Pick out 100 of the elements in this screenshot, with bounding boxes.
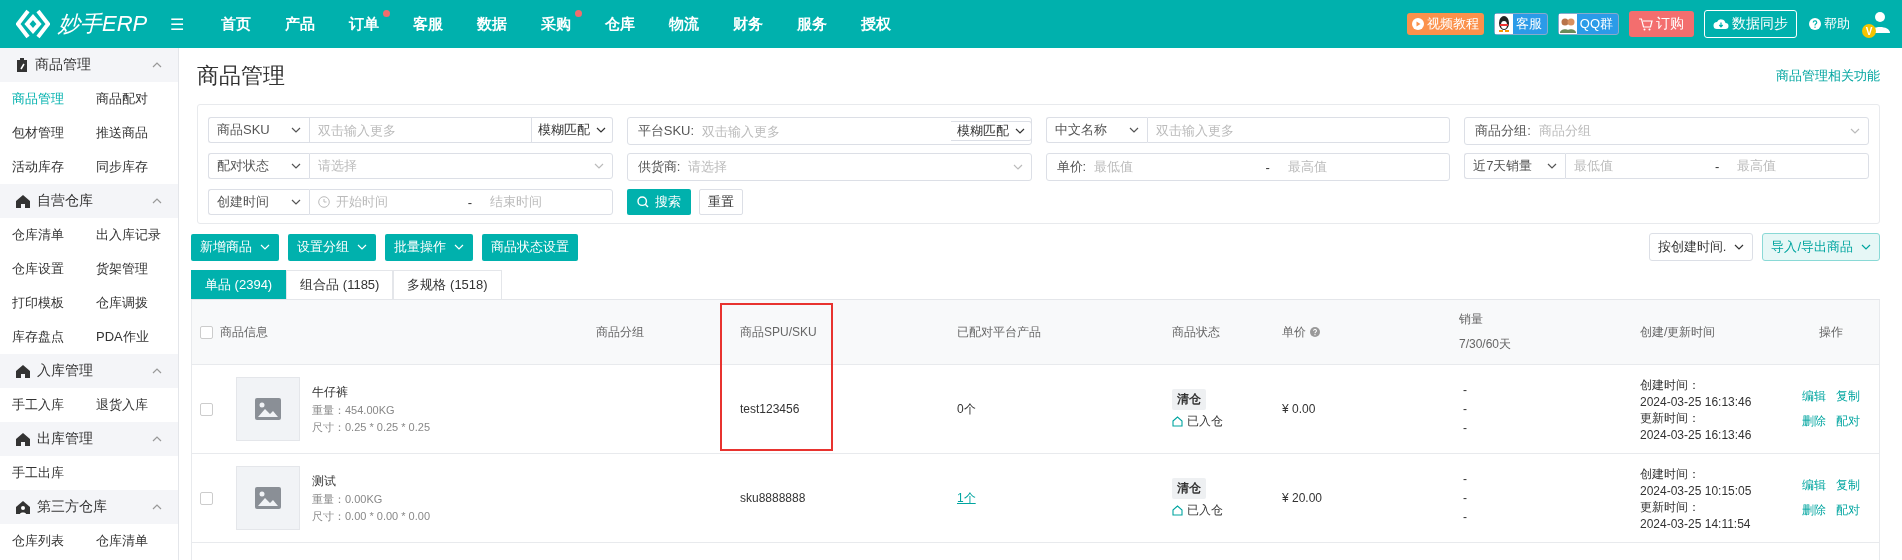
row-checkbox[interactable] — [200, 491, 213, 505]
column-header: 单价 — [1282, 323, 1306, 341]
cloud-download-icon — [1713, 18, 1729, 30]
sidebar-item[interactable]: 库存盘点 — [12, 320, 96, 354]
price-text: ¥ 20.00 — [1282, 491, 1323, 505]
help-icon — [1809, 18, 1821, 30]
product-size: 尺寸：0.00 * 0.00 * 0.00 — [312, 508, 430, 524]
match-mode-select[interactable]: 模糊匹配 — [950, 121, 1032, 141]
sidebar-item[interactable]: 仓库设置 — [12, 252, 96, 286]
house-person-icon — [16, 500, 30, 514]
column-header: 商品信息 — [220, 323, 268, 341]
sidebar-item[interactable]: 出入库记录 — [96, 218, 180, 252]
select-all-checkbox[interactable] — [200, 325, 213, 339]
chevron-icon — [357, 244, 367, 250]
vip-badge: V — [1862, 24, 1876, 38]
image-placeholder — [236, 377, 300, 441]
chevron-icon — [595, 127, 606, 133]
chevron-icon — [1850, 128, 1860, 134]
filter-label: 平台SKU: — [636, 122, 696, 140]
match-mode-select[interactable]: 模糊匹配 — [531, 117, 613, 143]
chevron-icon — [1014, 128, 1025, 134]
updated-label: 更新时间： — [1640, 498, 1701, 516]
chevron-icon — [1012, 164, 1023, 170]
sidebar-item[interactable]: PDA作业 — [96, 320, 180, 354]
range-field[interactable]: 最低值 - 最高值 — [1565, 153, 1869, 179]
sidebar-item[interactable]: 仓库列表 — [12, 524, 96, 558]
sidebar-item[interactable]: 推送商品 — [96, 116, 180, 150]
filter-select[interactable]: 商品SKU — [208, 117, 309, 143]
column-header: 商品状态 — [1172, 323, 1220, 341]
created-label: 创建时间： — [1640, 376, 1701, 394]
sidebar-item[interactable]: 打印模板 — [12, 286, 96, 320]
chevron-icon — [593, 163, 604, 169]
sidebar-group-header[interactable]: 第三方仓库 — [0, 490, 178, 524]
text-field[interactable]: 双击输入更多 — [309, 117, 532, 143]
chevron-icon — [1128, 127, 1139, 133]
house-icon — [16, 194, 30, 208]
updated-time: 2024-03-25 16:13:46 — [1640, 427, 1753, 442]
sidebar-item[interactable]: 仓库清单 — [96, 524, 180, 558]
column-header: 创建/更新时间 — [1640, 323, 1716, 341]
chevron-icon — [291, 199, 301, 205]
sales-value: - — [1463, 421, 1468, 435]
column-subheader: 7/30/60天 — [1459, 336, 1512, 353]
play-icon — [1411, 18, 1424, 30]
range-field[interactable]: 最低值 - 最高值 — [1094, 158, 1450, 176]
sidebar-item[interactable]: 商品配对 — [96, 82, 180, 116]
tab[interactable]: 多规格 (1518) — [393, 270, 502, 299]
stock-status: 已入仓 — [1187, 501, 1223, 519]
chevron-icon — [152, 504, 162, 510]
filter-field[interactable]: 商品分组: 商品分组 — [1464, 117, 1869, 145]
sort-select[interactable]: 按创建时间. — [1648, 233, 1754, 261]
chevron-icon — [291, 163, 301, 169]
text-field[interactable]: 双击输入更多 — [702, 118, 951, 144]
clock-icon — [318, 196, 330, 208]
logo-icon — [16, 9, 50, 39]
date-range-field[interactable]: 开始时间 - 结束时间 — [309, 189, 613, 215]
house-icon — [16, 364, 30, 378]
sales-value: - — [1463, 510, 1468, 524]
filter-select[interactable]: 近7天销量 — [1464, 153, 1566, 179]
sidebar-item[interactable]: 货架管理 — [96, 252, 180, 286]
sidebar-item[interactable]: 同步库存 — [96, 150, 180, 184]
filter-field[interactable]: 单价: 最低值 - 最高值 — [1045, 153, 1451, 181]
column-header: 销量 — [1459, 311, 1484, 328]
people-icon — [1558, 14, 1577, 34]
sidebar-item[interactable]: 手工入库 — [12, 388, 96, 422]
image-placeholder — [236, 466, 300, 530]
sidebar-group-header[interactable]: 入库管理 — [0, 354, 178, 388]
filter-field[interactable]: 供货商: 请选择 — [626, 153, 1032, 181]
sidebar-item[interactable]: 手工出库 — [12, 456, 96, 490]
tab[interactable]: 组合品 (1185) — [286, 270, 394, 299]
penguin-icon — [1494, 14, 1513, 34]
reset-button[interactable]: 重置 — [698, 189, 743, 215]
sidebar-item[interactable]: 活动库存 — [12, 150, 96, 184]
created-time: 2024-03-25 10:15:05 — [1640, 483, 1753, 498]
row-checkbox[interactable] — [200, 402, 213, 416]
stock-status: 已入仓 — [1187, 412, 1223, 430]
filter-select[interactable]: 中文名称 — [1045, 117, 1147, 143]
sidebar-group-header[interactable]: 商品管理 — [0, 48, 178, 82]
filter-select[interactable]: 配对状态 — [208, 153, 309, 179]
sidebar-item[interactable]: 仓库调拨 — [96, 286, 180, 320]
created-time: 2024-03-25 16:13:46 — [1640, 394, 1753, 409]
chevron-icon — [152, 198, 162, 204]
sidebar-item[interactable]: 退货入库 — [96, 388, 180, 422]
chevron-icon — [152, 436, 162, 442]
product-name: 牛仔裤 — [312, 383, 349, 401]
sidebar-group-header[interactable]: 自营仓库 — [0, 184, 178, 218]
chevron-icon — [1547, 163, 1558, 169]
search-icon — [636, 196, 649, 208]
product-size: 尺寸：0.25 * 0.25 * 0.25 — [312, 419, 430, 435]
price-text: ¥ 0.00 — [1282, 402, 1316, 416]
filter-field[interactable]: 平台SKU: 双击输入更多 模糊匹配 — [626, 117, 1032, 145]
filter-label: 单价: — [1055, 158, 1088, 176]
sidebar-item[interactable]: 包材管理 — [12, 116, 96, 150]
sidebar-item[interactable]: 仓库清单 — [12, 218, 96, 252]
filter-select[interactable]: 创建时间 — [208, 189, 309, 215]
text-field[interactable]: 双击输入更多 — [1146, 117, 1451, 143]
cart-icon — [1639, 17, 1653, 31]
sidebar-group-header[interactable]: 出库管理 — [0, 422, 178, 456]
house-icon — [16, 432, 30, 446]
house-icon — [1172, 504, 1183, 516]
sales-value: - — [1463, 383, 1468, 397]
